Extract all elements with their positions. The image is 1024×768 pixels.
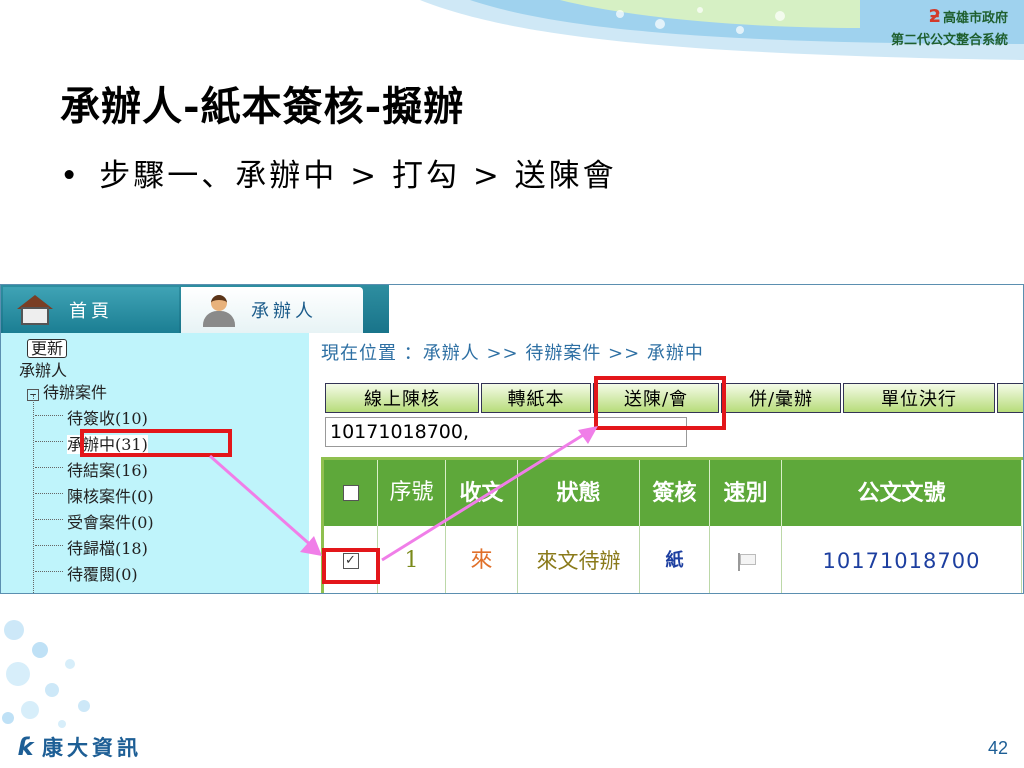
tree-item-label: 陳核案件(0)	[67, 487, 154, 506]
header-sign: 簽核	[640, 460, 710, 526]
tree-item-label: 待歸檔(18)	[67, 539, 148, 558]
select-all-cell	[324, 460, 378, 526]
logo-line1: 高雄市政府	[942, 11, 1008, 26]
tree-item-to-receive[interactable]: 待簽收(10)	[35, 405, 148, 429]
highlight-row-checkbox	[322, 548, 380, 584]
select-all-checkbox[interactable]	[342, 485, 359, 501]
to-paper-button[interactable]: 轉紙本	[481, 383, 591, 413]
header-status: 狀態	[518, 460, 640, 526]
cell-sign: 紙	[640, 526, 710, 593]
header-doc-no: 公文文號	[782, 460, 1022, 526]
tree-item-label: 受會案件(0)	[67, 513, 154, 532]
officer-icon	[199, 293, 239, 327]
header-recv: 收文	[446, 460, 518, 526]
home-icon	[17, 293, 57, 327]
tree-connector	[33, 395, 34, 593]
highlight-in-progress	[80, 429, 232, 457]
cell-doc-no[interactable]: 10171018700	[782, 526, 1022, 593]
tree-item-countersign[interactable]: 受會案件(0)	[35, 509, 154, 533]
bullet-text: 步驟一、承辦中 > 打勾 > 送陳會	[99, 158, 617, 194]
logo-line2: 第二代公文整合系統	[890, 33, 1008, 48]
flag-icon	[736, 553, 756, 571]
header-speed: 速別	[710, 460, 782, 526]
kaohsiung-logo-icon: ƻ	[928, 6, 941, 27]
breadcrumb: 現在位置 ：承辦人 >> 待辦案件 >> 承辦中	[321, 343, 704, 364]
online-submit-button[interactable]: 線上陳核	[325, 383, 479, 413]
tab-home[interactable]: 首頁	[3, 287, 179, 333]
tab-home-label: 首頁	[69, 301, 113, 322]
tree-root-officer[interactable]: 承辦人	[19, 357, 67, 381]
slide-title: 承辦人-紙本簽核-擬辦	[60, 83, 465, 130]
tree-item-to-close[interactable]: 待結案(16)	[35, 457, 148, 481]
tree-item-to-review[interactable]: 待覆閱(0)	[35, 561, 138, 585]
tree-item-label: 待覆閱(0)	[67, 565, 138, 584]
grid-header: 序號 收文 狀態 簽核 速別 公文文號	[324, 460, 1022, 526]
kangda-logo-icon: ƙ	[18, 733, 34, 761]
tree-item-label: 待簽收(10)	[67, 409, 148, 428]
header-seq: 序號	[378, 460, 446, 526]
tab-bar: 首頁 承辦人	[1, 285, 389, 333]
tree-folder-pending[interactable]: − 待辦案件	[27, 379, 107, 403]
tree-folder-label: 待辦案件	[43, 383, 108, 402]
cell-status: 來文待辦	[518, 526, 640, 593]
slide-bullet: • 步驟一、承辦中 > 打勾 > 送陳會	[60, 150, 617, 195]
merge-button[interactable]: 併/彙辦	[721, 383, 841, 413]
more-button[interactable]	[997, 383, 1023, 413]
cell-speed	[710, 526, 782, 593]
page-number: 42	[988, 738, 1009, 758]
refresh-button[interactable]: 更新	[27, 339, 68, 358]
company-brand: ƙ 康大資訊	[18, 732, 142, 762]
cell-recv: 來	[446, 526, 518, 593]
tree-item-to-archive[interactable]: 待歸檔(18)	[35, 535, 148, 559]
tree-item-label: 待結案(16)	[67, 461, 148, 480]
main-panel: 現在位置 ：承辦人 >> 待辦案件 >> 承辦中 線上陳核 轉紙本 送陳/會 併…	[309, 333, 1023, 593]
sidebar-tree: 更新 承辦人 − 待辦案件 待簽收(10) 承辦中(31) 待結案(16) 陳核案…	[1, 333, 309, 593]
tab-officer[interactable]: 承辦人	[181, 287, 363, 333]
unit-decision-button[interactable]: 單位決行	[843, 383, 995, 413]
tree-item-submitted[interactable]: 陳核案件(0)	[35, 483, 154, 507]
case-grid: 序號 收文 狀態 簽核 速別 公文文號 ✓ 1 來 來文待辦 紙 1017101…	[321, 457, 1023, 593]
tab-officer-label: 承辦人	[251, 301, 317, 322]
table-row[interactable]: ✓ 1 來 來文待辦 紙 10171018700	[324, 526, 1022, 593]
brand-name: 康大資訊	[41, 736, 142, 760]
city-logo: ƻ 高雄市政府 第二代公文整合系統	[891, 6, 1008, 48]
bullet-dot-icon: •	[60, 158, 82, 194]
cell-seq: 1	[378, 526, 446, 593]
highlight-send-review	[594, 376, 726, 430]
